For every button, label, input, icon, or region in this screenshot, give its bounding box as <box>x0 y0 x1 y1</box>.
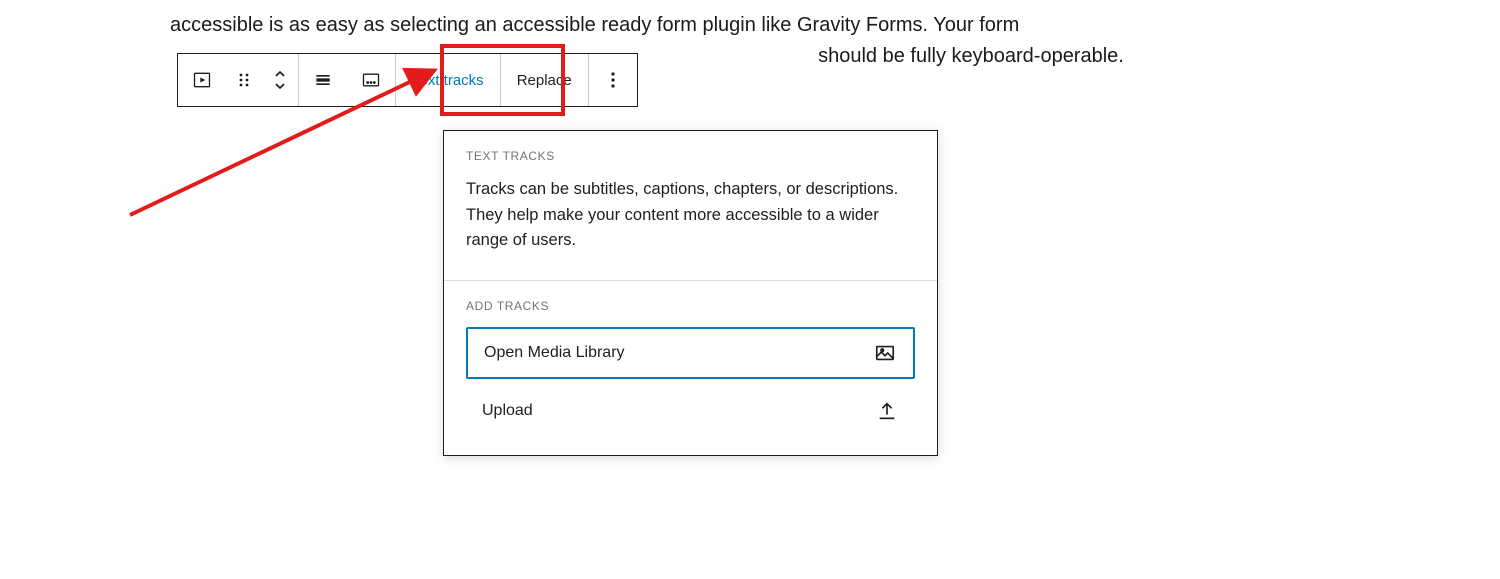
preview-caption: No Preview Available Yet! <box>917 559 1325 579</box>
lines-icon <box>247 425 275 453</box>
arrow-left-icon <box>239 183 255 197</box>
block-short-text[interactable]: Short text <box>237 355 473 403</box>
rail-notifications[interactable] <box>177 318 225 368</box>
minus-icon <box>247 365 275 393</box>
block-label: Welcome Screen <box>287 311 393 327</box>
palette-icon <box>192 284 210 302</box>
align-button[interactable] <box>299 54 347 106</box>
replace-button[interactable]: Replace <box>501 54 588 106</box>
svg-text:z: z <box>1203 465 1209 479</box>
rail-theme[interactable] <box>177 268 225 318</box>
calculator-icon <box>192 484 210 502</box>
enter-icon <box>247 305 275 333</box>
move-up-down-button[interactable] <box>262 54 298 106</box>
grid-icon <box>192 235 210 253</box>
back-to-home-label: Back To Home <box>261 182 352 198</box>
text-tracks-label: Text tracks <box>412 72 484 89</box>
app-logo <box>193 172 229 208</box>
block-label: Email <box>287 491 322 507</box>
block-toolbar: Text tracks Replace <box>177 53 638 107</box>
rail-settings[interactable] <box>177 368 225 418</box>
preview-pane: z z z No Preview Available Yet! <box>917 250 1325 579</box>
caption-button[interactable] <box>347 54 395 106</box>
rail-logic[interactable] <box>177 418 225 468</box>
article-line1: accessible is as easy as selecting an ac… <box>170 14 1019 36</box>
block-long-text[interactable]: Long text <box>237 415 473 463</box>
empty-preview-illustration: z z z <box>931 250 1311 530</box>
upload-label: Upload <box>482 402 533 420</box>
drag-handle[interactable] <box>226 54 262 106</box>
rail-results[interactable] <box>177 468 225 518</box>
canvas-dropzone <box>597 520 707 522</box>
publish-label: Publish <box>1252 184 1295 199</box>
text-tracks-button[interactable]: Text tracks <box>396 54 500 106</box>
open-media-library-button[interactable]: Open Media Library <box>466 327 915 379</box>
open-media-library-label: Open Media Library <box>484 344 625 362</box>
text-tracks-heading: TEXT TRACKS <box>466 149 915 163</box>
svg-text:z: z <box>1229 443 1236 459</box>
sidebar-title-line2: BLOCKS <box>241 253 310 270</box>
branch-icon <box>192 434 210 452</box>
svg-text:z: z <box>1215 454 1222 469</box>
text-tracks-description: Tracks can be subtitles, captions, chapt… <box>466 177 915 254</box>
gear-icon <box>192 384 210 402</box>
mail-icon <box>247 485 275 513</box>
upload-icon <box>875 399 899 423</box>
block-type-video-button[interactable] <box>178 54 226 106</box>
bell-icon <box>192 334 210 352</box>
block-email[interactable]: Email <box>237 475 473 523</box>
replace-label: Replace <box>517 72 572 89</box>
article-line2-tail: should be fully keyboard-operable. <box>813 45 1124 67</box>
block-welcome-screen[interactable]: Welcome Screen <box>237 295 473 343</box>
upload-button[interactable]: Upload <box>466 385 915 437</box>
more-options-button[interactable] <box>589 54 637 106</box>
left-rail <box>177 220 225 579</box>
back-to-home-link[interactable]: Back To Home <box>239 182 352 198</box>
block-label: Short text <box>287 371 347 387</box>
block-label: Long text <box>287 431 345 447</box>
image-icon <box>873 341 897 365</box>
add-tracks-heading: ADD TRACKS <box>466 299 915 313</box>
publish-button[interactable]: Publish <box>1238 176 1309 207</box>
sidebar-title-line1: FORM <box>241 233 289 250</box>
text-tracks-dropdown: TEXT TRACKS Tracks can be subtitles, cap… <box>443 130 938 456</box>
rail-blocks[interactable] <box>181 224 221 264</box>
